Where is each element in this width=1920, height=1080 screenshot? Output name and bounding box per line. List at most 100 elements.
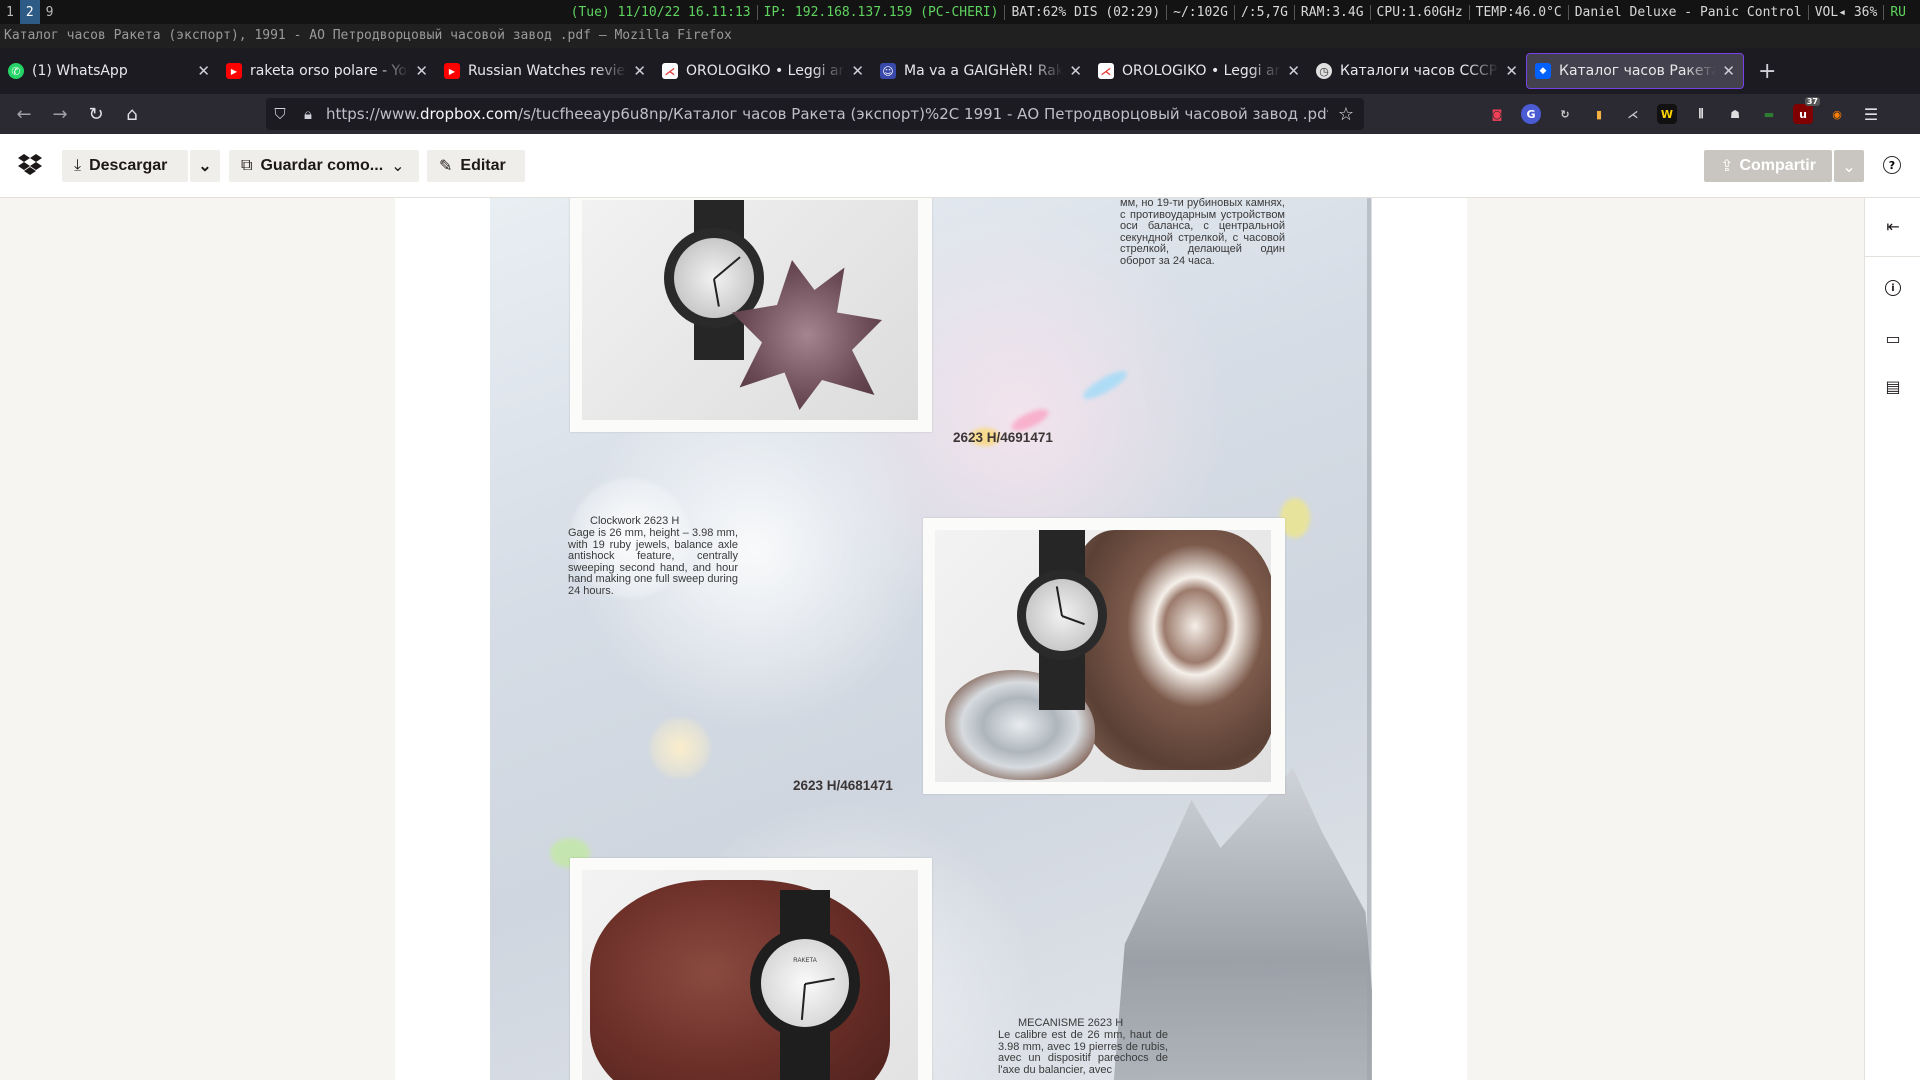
agate-slice-image	[1075, 530, 1271, 770]
pocket-icon[interactable]: ◙	[1487, 104, 1507, 124]
sync-extension-icon[interactable]: ↻	[1555, 104, 1575, 124]
workspace-label: 2	[25, 4, 34, 20]
save-as-button[interactable]: ⧉ Guardar como... ⌄	[229, 150, 419, 182]
new-tab-icon[interactable]: +	[1758, 59, 1776, 84]
tab-youtube-raketa[interactable]: ▶ raketa orso polare - YouTube ✕	[218, 53, 436, 89]
watch-photo-frame: RAKETA	[570, 858, 932, 1080]
close-icon[interactable]: ✕	[851, 62, 864, 80]
download-options-button[interactable]: ⌄	[190, 150, 220, 182]
tab-orologiko-2[interactable]: ⋌ OROLOGIKO • Leggi argomento ✕	[1090, 53, 1308, 89]
lock-icon[interactable]: 🔒︎	[294, 105, 322, 123]
home-icon[interactable]: ⌂	[114, 104, 150, 125]
status-clock: (Tue) 11/10/22 16.11:13	[570, 4, 751, 20]
tracking-protection-shield-icon[interactable]: ⛉	[266, 105, 294, 123]
help-icon[interactable]: ?	[1883, 156, 1901, 174]
close-icon[interactable]: ✕	[1287, 62, 1300, 80]
document-viewer[interactable]: мм, но 19-ти рубиновых камнях, с противо…	[0, 198, 1864, 1080]
back-arrow-icon[interactable]: ←	[6, 104, 42, 125]
tab-label: Russian Watches reviews	[468, 63, 628, 79]
forward-arrow-icon[interactable]: →	[42, 104, 78, 125]
close-icon[interactable]: ✕	[633, 62, 646, 80]
status-temp: TEMP:46.0°C	[1468, 4, 1568, 20]
watch-photo: RAKETA	[582, 870, 918, 1080]
caption-english: Gage is 26 mm, height – 3.98 mm, with 19…	[568, 527, 739, 597]
dropbox-toolbar: ⤓ Descargar ⌄ ⧉ Guardar como... ⌄ ✎ Editar …	[0, 134, 1920, 198]
close-icon[interactable]: ✕	[1069, 62, 1082, 80]
close-icon[interactable]: ✕	[1505, 62, 1518, 80]
translate-extension-icon[interactable]: ⋌	[1623, 104, 1643, 124]
catalog-page-scan: мм, но 19-ти рубиновых камнях, с противо…	[490, 198, 1372, 1080]
watch-image	[1017, 570, 1107, 660]
watch-hand	[713, 256, 741, 280]
info-icon[interactable]: i	[1885, 280, 1901, 296]
model-number-2: 2623 H/4681471	[793, 778, 893, 793]
caption-title-english: Clockwork 2623 H	[590, 515, 680, 527]
share-options-button[interactable]: ⌄	[1834, 150, 1864, 182]
ninja-extension-icon[interactable]: ☗	[1725, 104, 1745, 124]
status-now-playing: Daniel Deluxe - Panic Control	[1567, 4, 1808, 20]
whatsapp-icon: ✆	[8, 63, 24, 79]
bookmark-star-icon[interactable]: ☆	[1328, 104, 1364, 125]
app-menu-icon[interactable]: ☰	[1861, 104, 1881, 124]
collapse-sidebar-icon[interactable]: ⇤	[1883, 216, 1903, 236]
chevron-down-icon: ⌄	[1842, 156, 1856, 176]
navigation-bar: ← → ↻ ⌂ ⛉ 🔒︎ https://www.dropbox.com/s/t…	[0, 94, 1920, 134]
watch-hand	[713, 278, 720, 307]
bottle-extension-icon[interactable]: ▮	[1589, 104, 1609, 124]
status-home-disk: ~/:102G	[1166, 4, 1234, 20]
watch-photo-frame	[570, 198, 932, 432]
green-extension-icon[interactable]: ▬	[1759, 104, 1779, 124]
ublock-icon[interactable]: u 37	[1793, 97, 1820, 124]
tab-label: OROLOGIKO • Leggi argomento	[1122, 63, 1281, 79]
grammar-extension-icon[interactable]: G	[1521, 104, 1541, 124]
status-keyboard-layout[interactable]: RU	[1883, 4, 1912, 20]
tab-whatsapp[interactable]: ✆ (1) WhatsApp ✕	[0, 53, 218, 89]
tab-youtube-russian-watches[interactable]: ▶ Russian Watches reviews ✕	[436, 53, 654, 89]
watch-photo	[935, 530, 1271, 782]
tab-raketa-catalog[interactable]: ◆ Каталог часов Ракета (экспорт) ✕	[1526, 53, 1744, 89]
workspace-2[interactable]: 2	[19, 0, 40, 24]
watch-hand	[1055, 586, 1063, 617]
workspace-1[interactable]: 1	[0, 0, 20, 24]
extension-badge: 37	[1804, 97, 1820, 106]
download-label: Descargar	[89, 157, 168, 174]
edit-button[interactable]: ✎ Editar	[427, 150, 525, 182]
chevron-down-icon: ⌄	[391, 158, 405, 175]
reload-icon[interactable]: ↻	[78, 104, 114, 125]
status-ram: RAM:3.4G	[1293, 4, 1370, 20]
tab-label: (1) WhatsApp	[32, 63, 128, 79]
w-extension-icon[interactable]: W	[1657, 104, 1677, 124]
status-fields: (Tue) 11/10/22 16.11:13 IP: 192.168.137.…	[565, 4, 1920, 20]
tab-label: Ma va a GAIGHèR! Raketa	[904, 63, 1064, 79]
fox-extension-icon[interactable]: ◉	[1827, 104, 1847, 124]
close-icon[interactable]: ✕	[197, 62, 210, 80]
dropbox-icon: ◆	[1535, 63, 1551, 79]
close-icon[interactable]: ✕	[415, 62, 428, 80]
file-activity-icon[interactable]: ▤	[1883, 376, 1903, 396]
tab-catalogs-ussr[interactable]: ◷ Каталоги часов СССР с 1 ✕	[1308, 53, 1526, 89]
tab-gaigher[interactable]: ☺ Ma va a GAIGHèR! Raketa ✕	[872, 53, 1090, 89]
close-icon[interactable]: ✕	[1722, 62, 1735, 80]
watch-image: RAKETA	[750, 928, 860, 1038]
library-extension-icon[interactable]: ⫼	[1691, 104, 1711, 124]
url-host: dropbox.com	[419, 105, 518, 123]
workspace-label: 1	[6, 4, 14, 20]
url-text[interactable]: https://www.dropbox.com/s/tucfheeayp6u8n…	[322, 105, 1328, 123]
tab-orologiko-1[interactable]: ⋌ OROLOGIKO • Leggi argomento ✕	[654, 53, 872, 89]
url-bar[interactable]: ⛉ 🔒︎ https://www.dropbox.com/s/tucfheeay…	[266, 98, 1364, 130]
workspace-9[interactable]: 9	[40, 0, 60, 24]
comment-icon[interactable]: ▭	[1883, 328, 1903, 348]
share-button[interactable]: ⇪ Compartir	[1704, 150, 1832, 182]
dropbox-logo-icon[interactable]	[18, 154, 42, 176]
window-title: Каталог часов Ракета (экспорт), 1991 - А…	[0, 24, 1920, 48]
watch-brand-label: RAKETA	[793, 958, 817, 965]
download-button[interactable]: ⤓ Descargar	[62, 150, 188, 182]
page-edge-shadow	[1367, 198, 1371, 1080]
tab-label: OROLOGIKO • Leggi argomento	[686, 63, 845, 79]
tab-label: raketa orso polare - YouTube	[250, 63, 409, 79]
caption-title-french: MECANISME 2623 H	[1018, 1017, 1124, 1029]
light-reflection	[650, 718, 710, 778]
status-battery: BAT:62% DIS (02:29)	[1004, 4, 1166, 20]
status-volume[interactable]: VOL◂ 36%	[1807, 4, 1884, 20]
model-number-1: 2623 H/4691471	[953, 430, 1053, 445]
